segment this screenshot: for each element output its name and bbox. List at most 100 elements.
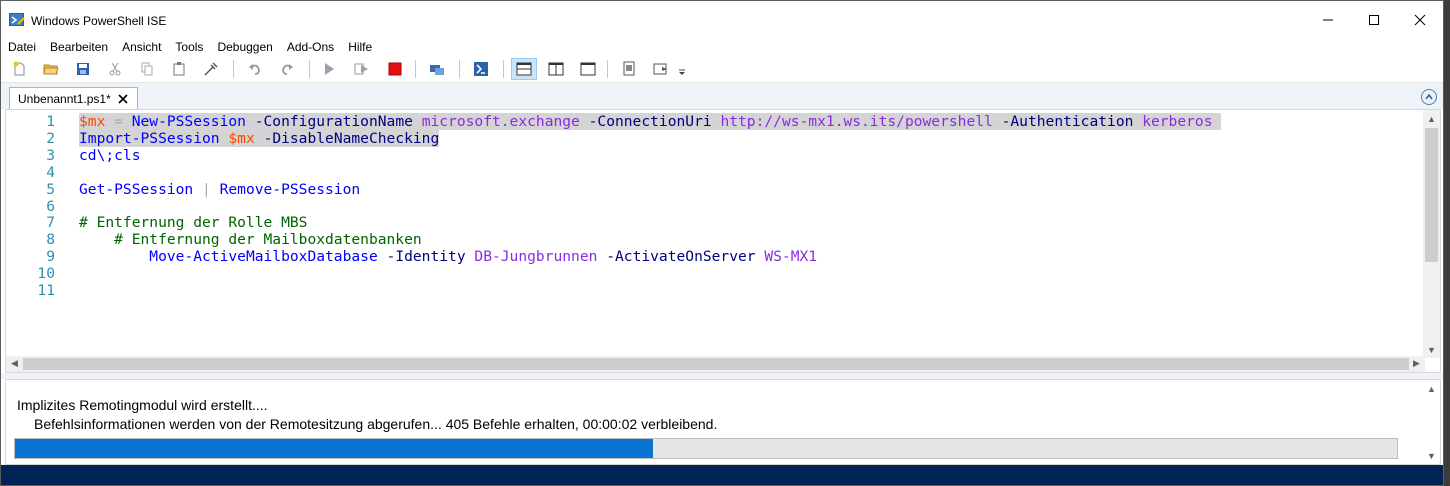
console-pane[interactable]: Implizites Remotingmodul wird erstellt..… <box>5 379 1441 465</box>
console-status-line: Implizites Remotingmodul wird erstellt..… <box>17 397 268 413</box>
new-remote-tab-icon <box>430 65 444 75</box>
code-token: -ConfigurationName <box>245 113 422 130</box>
scroll-down-arrow[interactable]: ▼ <box>1423 341 1440 358</box>
code-area[interactable]: $mx = New-PSSession -ConfigurationName m… <box>79 113 1222 300</box>
collapse-script-pane-button[interactable] <box>1421 89 1437 105</box>
line-number: 8 <box>46 231 55 249</box>
toolbar-overflow-button[interactable] <box>677 59 687 79</box>
code-token: -Identity <box>377 248 475 266</box>
code-token: = <box>105 113 132 130</box>
menu-add-ons[interactable]: Add-Ons <box>280 39 341 55</box>
menu-debuggen[interactable]: Debuggen <box>210 39 279 55</box>
menu-datei[interactable]: Datei <box>1 39 43 55</box>
undo-button[interactable] <box>245 59 265 79</box>
menu-hilfe[interactable]: Hilfe <box>341 39 379 55</box>
layout-script-maximized-button[interactable] <box>575 58 601 80</box>
scroll-up-arrow[interactable]: ▲ <box>1423 110 1440 127</box>
layout-script-maximized-icon <box>580 62 596 76</box>
code-token: WS-MX1 <box>764 248 818 266</box>
code-line: cd\;cls <box>79 147 1221 165</box>
stop-icon <box>388 62 402 76</box>
code-line: Get-PSSession | Remove-PSSession <box>79 180 1221 199</box>
save-button[interactable] <box>73 59 93 79</box>
tab-unbenannt1[interactable]: Unbenannt1.ps1* <box>9 87 138 109</box>
minimize-button[interactable] <box>1305 1 1351 39</box>
cut-button[interactable] <box>105 59 125 79</box>
code-token: $mx <box>228 129 255 147</box>
new-file-button[interactable] <box>10 59 30 79</box>
code-token: $mx <box>79 113 106 130</box>
run-selection-icon <box>354 63 368 75</box>
copy-button[interactable] <box>137 59 157 79</box>
open-file-button[interactable] <box>41 59 61 79</box>
layout-script-top-icon <box>516 62 532 76</box>
copy-icon <box>141 62 153 76</box>
clear-console-button[interactable] <box>201 59 221 79</box>
menu-ansicht[interactable]: Ansicht <box>115 39 168 55</box>
close-button[interactable] <box>1397 1 1443 39</box>
toolbar <box>1 55 1443 83</box>
layout-script-right-button[interactable] <box>543 58 569 80</box>
line-number: 3 <box>46 146 55 164</box>
editor-horizontal-scroll-thumb[interactable] <box>23 358 1409 370</box>
show-command-addon-button[interactable] <box>651 59 671 79</box>
code-token: http://ws-mx1.ws.its/powershell <box>720 113 993 130</box>
code-token: Remove-PSSession <box>219 180 361 198</box>
menu-tools[interactable]: Tools <box>168 39 210 55</box>
script-tab-strip: Unbenannt1.ps1* <box>1 83 1443 109</box>
script-editor[interactable]: 1 2 3 4 5 6 7 8 9 10 11 $mx = New-PSSession -Confi… <box>5 109 1441 373</box>
code-token: -DisableNameChecking <box>254 129 440 147</box>
code-token: -ActivateOnServer <box>597 248 765 266</box>
show-commands-button[interactable] <box>619 59 639 79</box>
maximize-button[interactable] <box>1351 1 1397 39</box>
code-line: # Entfernung der Rolle MBS <box>79 214 1221 232</box>
line-number: 5 <box>46 180 55 198</box>
tab-close-button[interactable] <box>117 93 129 105</box>
run-selection-button[interactable] <box>351 59 371 79</box>
maximize-icon <box>1369 15 1379 25</box>
menu-bearbeiten[interactable]: Bearbeiten <box>43 39 115 55</box>
ise-window: Windows PowerShell ISE Datei Bearbeiten … <box>0 0 1444 486</box>
close-icon <box>118 93 128 104</box>
title-bar: Windows PowerShell ISE <box>1 1 1443 39</box>
editor-vertical-scrollbar[interactable]: ▲ ▼ <box>1423 110 1440 358</box>
console-vertical-scrollbar[interactable]: ▲ ▼ <box>1423 380 1440 464</box>
code-line: Import-PSSession $mx -DisableNameCheckin… <box>79 129 1221 148</box>
start-powershell-button[interactable] <box>471 59 491 79</box>
editor-horizontal-scrollbar[interactable]: ◀ ▶ <box>6 356 1425 372</box>
editor-vertical-scroll-thumb[interactable] <box>1425 128 1438 262</box>
powershell-ise-app-icon <box>9 12 25 28</box>
console-scroll-up-arrow[interactable]: ▲ <box>1423 380 1440 397</box>
code-token: | <box>193 180 220 198</box>
scroll-left-arrow[interactable]: ◀ <box>6 355 23 372</box>
save-icon <box>77 63 89 75</box>
layout-script-right-icon <box>548 62 564 76</box>
new-file-icon <box>13 61 25 76</box>
console-progress-text: Befehlsinformationen werden von der Remo… <box>34 416 718 432</box>
layout-script-top-button[interactable] <box>511 58 537 80</box>
code-token: kerberos <box>1142 113 1213 130</box>
paste-button[interactable] <box>169 59 189 79</box>
run-script-button[interactable] <box>319 59 339 79</box>
menu-bar: Datei Bearbeiten Ansicht Tools Debuggen … <box>1 39 1443 55</box>
scroll-right-arrow[interactable]: ▶ <box>1408 355 1425 372</box>
line-number: 9 <box>46 248 55 266</box>
code-token: microsoft.exchange <box>421 113 580 130</box>
code-line: # Entfernung der Mailboxdatenbanken <box>79 231 1221 249</box>
redo-icon <box>282 64 293 75</box>
redo-button[interactable] <box>277 59 297 79</box>
code-token: # Entfernung der Mailboxdatenbanken <box>79 231 422 249</box>
progress-bar-fill <box>15 439 654 458</box>
console-scroll-down-arrow[interactable]: ▼ <box>1423 447 1440 464</box>
line-number: 6 <box>46 197 55 215</box>
new-remote-tab-button[interactable] <box>427 59 447 79</box>
tab-label: Unbenannt1.ps1* <box>18 91 111 106</box>
close-icon <box>1414 14 1426 26</box>
stop-button[interactable] <box>385 59 405 79</box>
status-bar <box>1 465 1443 485</box>
